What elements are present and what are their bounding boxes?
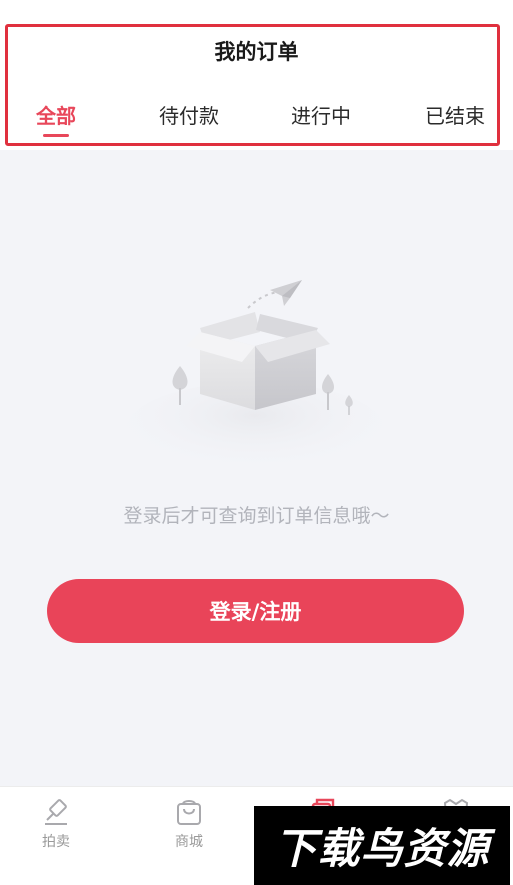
nav-label-auction: 拍卖: [42, 834, 70, 850]
tab-in-progress[interactable]: 进行中: [266, 100, 376, 129]
nav-item-mall[interactable]: 商城: [149, 795, 229, 851]
empty-box-icon: [120, 270, 390, 478]
header: 我的订单 全部 待付款 进行中 已结束: [0, 0, 513, 150]
nav-item-auction[interactable]: 拍卖: [16, 795, 96, 851]
tab-finished[interactable]: 已结束: [400, 100, 510, 129]
tab-all[interactable]: 全部: [1, 100, 111, 129]
shopping-bag-icon: [177, 800, 201, 825]
page-title: 我的订单: [214, 40, 299, 64]
watermark: 下载鸟资源: [254, 806, 510, 885]
tab-indicator: [43, 134, 69, 137]
gavel-icon: [45, 799, 67, 825]
login-register-button[interactable]: 登录/注册: [47, 579, 464, 643]
tab-pending-payment[interactable]: 待付款: [134, 100, 244, 129]
empty-state-message: 登录后才可查询到订单信息哦～: [123, 505, 390, 527]
nav-label-mall: 商城: [175, 834, 203, 850]
order-tabs: 全部 待付款 进行中 已结束: [0, 100, 513, 140]
